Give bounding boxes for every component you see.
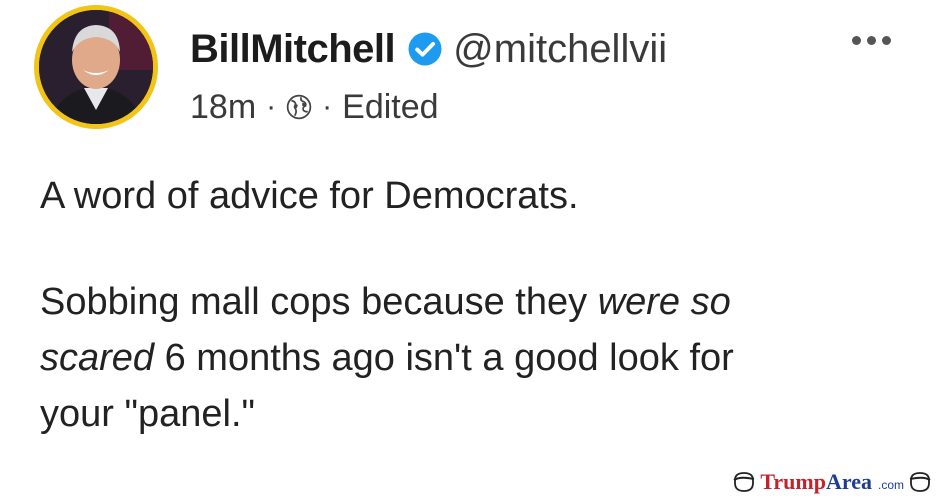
post-time[interactable]: 18m <box>190 88 256 127</box>
watermark: Trump Area .com <box>732 469 932 495</box>
more-options-icon[interactable] <box>852 36 891 45</box>
post-text-line: your "panel." <box>40 390 255 438</box>
trump-hair-icon <box>733 472 755 492</box>
post-text: 6 months ago isn't a good look for <box>154 337 734 379</box>
display-name[interactable]: BillMitchell <box>190 27 396 72</box>
post-text-italic: were so <box>597 281 731 323</box>
trump-hair-icon <box>909 472 931 492</box>
watermark-trump: Trump <box>760 469 826 494</box>
meta-separator: · <box>266 90 277 123</box>
more-dot <box>867 36 876 45</box>
edited-label[interactable]: Edited <box>342 88 438 127</box>
post-text-line: scared 6 months ago isn't a good look fo… <box>40 334 734 382</box>
more-dot <box>882 36 891 45</box>
post-meta: 18m · · Edited <box>190 84 439 130</box>
meta-separator: · <box>322 90 333 123</box>
avatar-photo <box>39 10 153 124</box>
post-text-italic: scared <box>40 337 155 379</box>
avatar[interactable] <box>34 5 158 129</box>
watermark-com: .com <box>877 478 904 492</box>
post-text: A word of advice for Democrats. <box>40 175 579 217</box>
post-text-line: A word of advice for Democrats. <box>40 172 579 220</box>
handle[interactable]: @mitchellvii <box>453 27 667 72</box>
post-text-line: Sobbing mall cops because they were so <box>40 278 731 326</box>
more-dot <box>852 36 861 45</box>
author-row: BillMitchell @mitchellvii <box>190 24 667 74</box>
globe-icon <box>286 94 312 120</box>
post-text: Sobbing mall cops because they <box>40 281 598 323</box>
post-text: your "panel." <box>40 393 255 435</box>
watermark-area: Area <box>825 469 872 494</box>
verified-badge-icon <box>408 32 442 66</box>
